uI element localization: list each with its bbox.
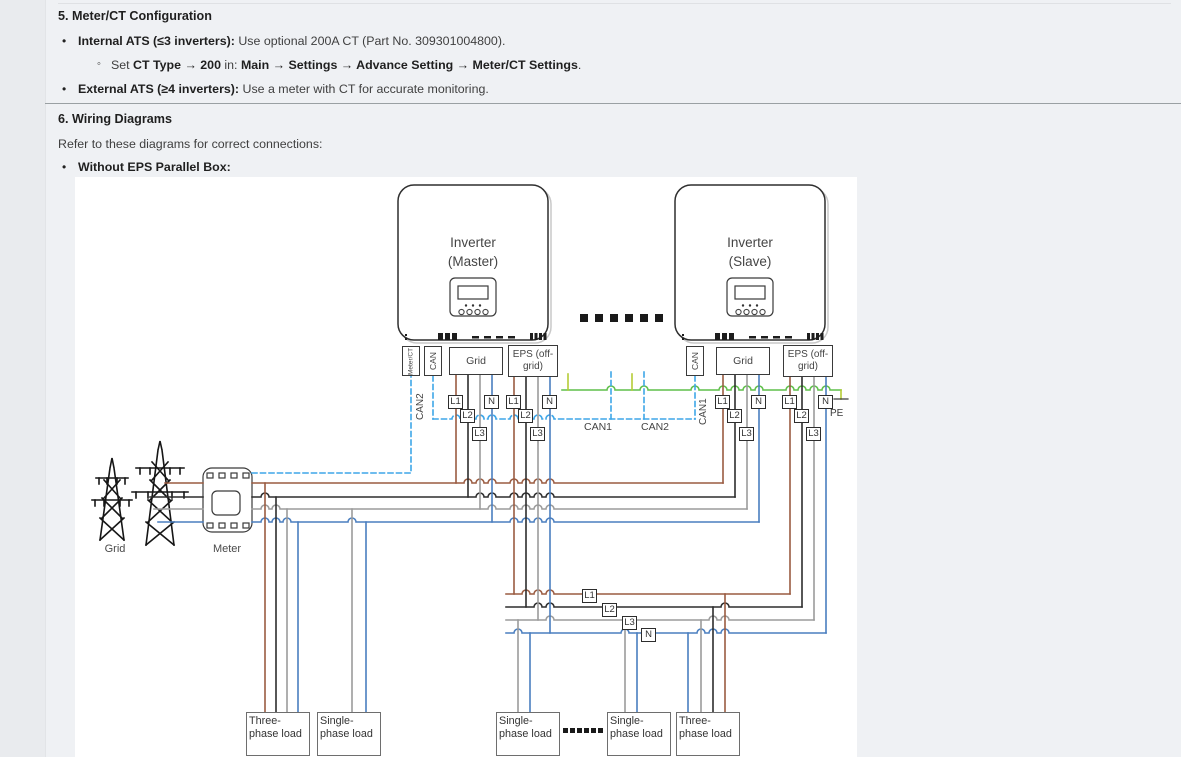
- tag-l3: L3: [622, 616, 637, 630]
- tag-n: N: [818, 395, 833, 409]
- pe-label: PE: [830, 408, 843, 419]
- grid-caption: Grid: [85, 543, 145, 555]
- tag-l1: L1: [448, 395, 463, 409]
- tag-l2: L2: [460, 409, 475, 423]
- port-grid-master: Grid: [449, 347, 503, 375]
- tag-l3: L3: [806, 427, 821, 441]
- tag-l1: L1: [782, 395, 797, 409]
- tag-n: N: [542, 395, 557, 409]
- tag-l2: L2: [518, 409, 533, 423]
- tag-l3: L3: [472, 427, 487, 441]
- load-three-phase-1: Three-phase load: [246, 712, 310, 756]
- tag-l3: L3: [739, 427, 754, 441]
- meter-icon: [203, 468, 252, 532]
- tag-l1: L1: [506, 395, 521, 409]
- port-grid-slave: Grid: [716, 347, 770, 375]
- can1-label: CAN1: [584, 421, 612, 433]
- can2-vertical-label: CAN2: [415, 386, 426, 420]
- manual-page: { "page": { "background": "#eff1f4" }, "…: [0, 0, 1181, 757]
- tag-l2: L2: [602, 603, 617, 617]
- tag-n: N: [641, 628, 656, 642]
- port-meter-ct: Meter/CT: [402, 346, 420, 376]
- tag-l2: L2: [794, 409, 809, 423]
- continuation-dots-inverters: [580, 314, 663, 322]
- load-single-phase-1: Single-phase load: [317, 712, 381, 756]
- port-can-master: CAN: [424, 346, 442, 376]
- port-eps-slave: EPS (off-grid): [783, 345, 833, 377]
- load-single-phase-2: Single-phase load: [496, 712, 560, 756]
- inverter-slave-label: Inverter (Slave): [675, 233, 825, 271]
- tag-l1: L1: [582, 589, 597, 603]
- port-can-slave: CAN: [686, 346, 704, 376]
- load-single-phase-3: Single-phase load: [607, 712, 671, 756]
- tag-l2: L2: [727, 409, 742, 423]
- tag-n: N: [484, 395, 499, 409]
- inverter-master-label: Inverter (Master): [398, 233, 548, 271]
- vertical-wires: [265, 375, 826, 714]
- can2-label: CAN2: [641, 421, 669, 433]
- grid-towers-icon: [92, 441, 188, 545]
- bus-lines: [252, 386, 841, 633]
- wiring-svg: [0, 0, 1181, 757]
- can1-vertical-label: CAN1: [698, 387, 709, 425]
- continuation-dots-loads: [563, 728, 603, 733]
- tag-l1: L1: [715, 395, 730, 409]
- port-eps-master: EPS (off-grid): [508, 345, 558, 377]
- meter-caption: Meter: [202, 543, 252, 555]
- tag-n: N: [751, 395, 766, 409]
- load-three-phase-2: Three-phase load: [676, 712, 740, 756]
- tag-l3: L3: [530, 427, 545, 441]
